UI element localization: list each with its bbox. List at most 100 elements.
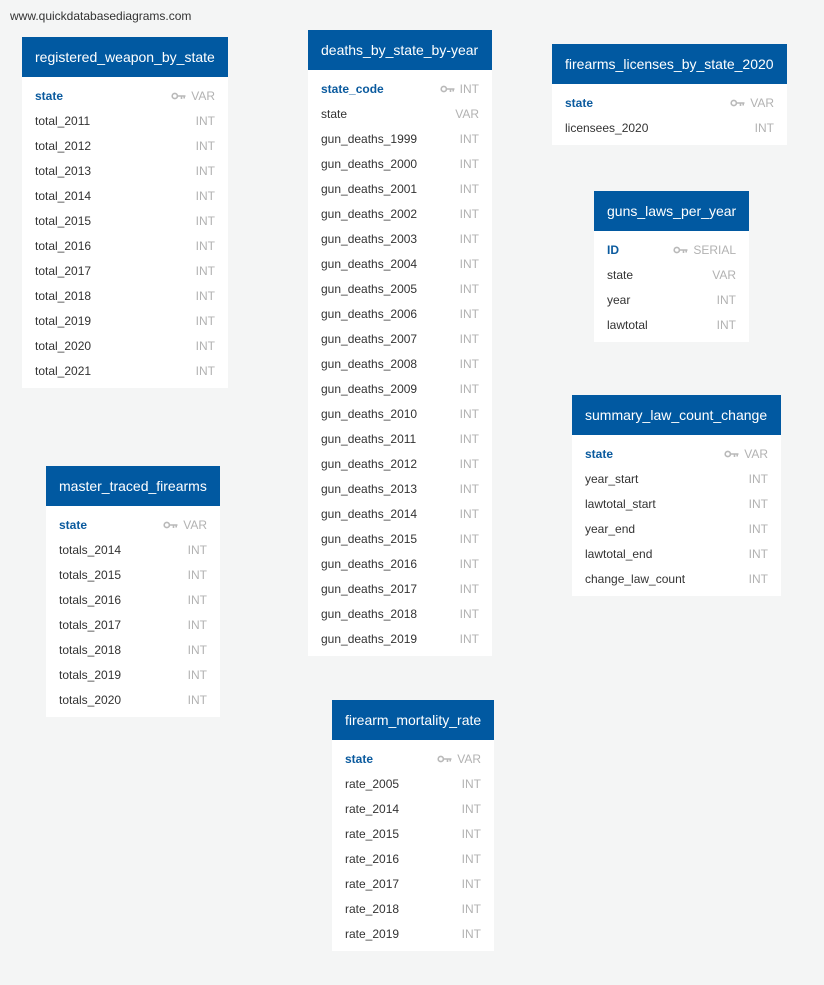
field-row[interactable]: year INT	[594, 287, 749, 312]
field-row[interactable]: total_2012 INT	[22, 133, 228, 158]
field-type: INT	[460, 557, 479, 571]
field-name: gun_deaths_2017	[321, 581, 418, 596]
primary-key-field-row[interactable]: state VAR	[332, 746, 494, 771]
field-row[interactable]: total_2017 INT	[22, 258, 228, 283]
table-summary_law_count_change[interactable]: summary_law_count_change state VAR year_sta…	[572, 395, 781, 596]
field-type: INT	[460, 257, 479, 271]
field-row[interactable]: gun_deaths_2004 INT	[308, 251, 492, 276]
field-row[interactable]: total_2019 INT	[22, 308, 228, 333]
field-type-label: INT	[716, 317, 736, 332]
field-row[interactable]: year_start INT	[572, 466, 781, 491]
primary-key-icon	[163, 521, 178, 528]
primary-key-field-row[interactable]: state VAR	[22, 83, 228, 108]
field-row[interactable]: gun_deaths_2005 INT	[308, 276, 492, 301]
field-row[interactable]: rate_2019 INT	[332, 921, 494, 946]
field-row[interactable]: lawtotal INT	[594, 312, 749, 337]
table-header[interactable]: firearm_mortality_rate	[332, 700, 494, 740]
field-row[interactable]: state VAR	[308, 101, 492, 126]
field-row[interactable]: state VAR	[594, 262, 749, 287]
field-row[interactable]: gun_deaths_2016 INT	[308, 551, 492, 576]
field-row[interactable]: gun_deaths_2002 INT	[308, 201, 492, 226]
table-header[interactable]: guns_laws_per_year	[594, 191, 749, 231]
table-header[interactable]: master_traced_firearms	[46, 466, 220, 506]
field-type-label: INT	[461, 776, 481, 791]
field-row[interactable]: gun_deaths_2019 INT	[308, 626, 492, 651]
field-type-label: INT	[461, 851, 481, 866]
field-row[interactable]: total_2013 INT	[22, 158, 228, 183]
field-row[interactable]: total_2021 INT	[22, 358, 228, 383]
field-row[interactable]: gun_deaths_2015 INT	[308, 526, 492, 551]
field-row[interactable]: total_2020 INT	[22, 333, 228, 358]
primary-key-field-row[interactable]: state VAR	[46, 512, 220, 537]
table-header[interactable]: deaths_by_state_by-year	[308, 30, 492, 70]
field-row[interactable]: gun_deaths_2014 INT	[308, 501, 492, 526]
table-firearms_licenses_by_state_2020[interactable]: firearms_licenses_by_state_2020 state VAR l…	[552, 44, 787, 145]
field-row[interactable]: change_law_count INT	[572, 566, 781, 591]
field-row[interactable]: total_2011 INT	[22, 108, 228, 133]
field-row[interactable]: totals_2017 INT	[46, 612, 220, 637]
table-fields: state VAR totals_2014 INT totals_2015 INT tota…	[46, 506, 220, 717]
field-row[interactable]: gun_deaths_2010 INT	[308, 401, 492, 426]
field-name: total_2020	[35, 338, 92, 353]
table-guns_laws_per_year[interactable]: guns_laws_per_year ID SERIAL state VAR year IN…	[594, 191, 749, 342]
table-header[interactable]: summary_law_count_change	[572, 395, 781, 435]
field-row[interactable]: gun_deaths_2013 INT	[308, 476, 492, 501]
field-name: total_2016	[35, 238, 92, 253]
field-row[interactable]: rate_2018 INT	[332, 896, 494, 921]
field-row[interactable]: lawtotal_start INT	[572, 491, 781, 516]
field-row[interactable]: gun_deaths_2007 INT	[308, 326, 492, 351]
field-row[interactable]: gun_deaths_2001 INT	[308, 176, 492, 201]
primary-key-field-row[interactable]: state VAR	[552, 90, 787, 115]
field-row[interactable]: rate_2016 INT	[332, 846, 494, 871]
field-type: INT	[460, 282, 479, 296]
field-row[interactable]: gun_deaths_2018 INT	[308, 601, 492, 626]
table-registered_weapon_by_state[interactable]: registered_weapon_by_state state VAR total_…	[22, 37, 228, 388]
table-header[interactable]: firearms_licenses_by_state_2020	[552, 44, 787, 84]
field-row[interactable]: gun_deaths_2011 INT	[308, 426, 492, 451]
field-row[interactable]: year_end INT	[572, 516, 781, 541]
field-row[interactable]: gun_deaths_1999 INT	[308, 126, 492, 151]
field-row[interactable]: rate_2017 INT	[332, 871, 494, 896]
field-row[interactable]: total_2014 INT	[22, 183, 228, 208]
field-type: INT	[460, 607, 479, 621]
field-type-label: INT	[748, 571, 768, 586]
field-type: INT	[462, 802, 481, 816]
field-row[interactable]: gun_deaths_2006 INT	[308, 301, 492, 326]
field-type-label: VAR	[750, 95, 774, 110]
field-name: rate_2018	[345, 901, 400, 916]
field-row[interactable]: rate_2014 INT	[332, 796, 494, 821]
field-type-label: INT	[195, 163, 215, 178]
field-row[interactable]: totals_2016 INT	[46, 587, 220, 612]
field-row[interactable]: rate_2005 INT	[332, 771, 494, 796]
table-firearm_mortality_rate[interactable]: firearm_mortality_rate state VAR rate_2005 I…	[332, 700, 494, 951]
primary-key-field-row[interactable]: ID SERIAL	[594, 237, 749, 262]
field-row[interactable]: gun_deaths_2017 INT	[308, 576, 492, 601]
field-row[interactable]: licensees_2020 INT	[552, 115, 787, 140]
field-row[interactable]: total_2018 INT	[22, 283, 228, 308]
field-row[interactable]: rate_2015 INT	[332, 821, 494, 846]
field-type: INT	[460, 582, 479, 596]
field-row[interactable]: total_2015 INT	[22, 208, 228, 233]
field-row[interactable]: totals_2019 INT	[46, 662, 220, 687]
field-type: INT	[460, 632, 479, 646]
table-master_traced_firearms[interactable]: master_traced_firearms state VAR totals_201…	[46, 466, 220, 717]
field-row[interactable]: gun_deaths_2003 INT	[308, 226, 492, 251]
field-type: INT	[188, 543, 207, 557]
field-name: licensees_2020	[565, 120, 649, 135]
field-row[interactable]: totals_2020 INT	[46, 687, 220, 712]
table-header[interactable]: registered_weapon_by_state	[22, 37, 228, 77]
field-row[interactable]: gun_deaths_2008 INT	[308, 351, 492, 376]
field-row[interactable]: total_2016 INT	[22, 233, 228, 258]
field-row[interactable]: totals_2015 INT	[46, 562, 220, 587]
field-row[interactable]: gun_deaths_2000 INT	[308, 151, 492, 176]
primary-key-field-row[interactable]: state VAR	[572, 441, 781, 466]
field-row[interactable]: gun_deaths_2009 INT	[308, 376, 492, 401]
field-row[interactable]: gun_deaths_2012 INT	[308, 451, 492, 476]
field-row[interactable]: totals_2014 INT	[46, 537, 220, 562]
primary-key-field-row[interactable]: state_code INT	[308, 76, 492, 101]
field-type-label: INT	[461, 926, 481, 941]
field-row[interactable]: lawtotal_end INT	[572, 541, 781, 566]
field-row[interactable]: totals_2018 INT	[46, 637, 220, 662]
table-deaths_by_state_by_year[interactable]: deaths_by_state_by-year state_code INT stat…	[308, 30, 492, 656]
field-name: gun_deaths_2019	[321, 631, 418, 646]
